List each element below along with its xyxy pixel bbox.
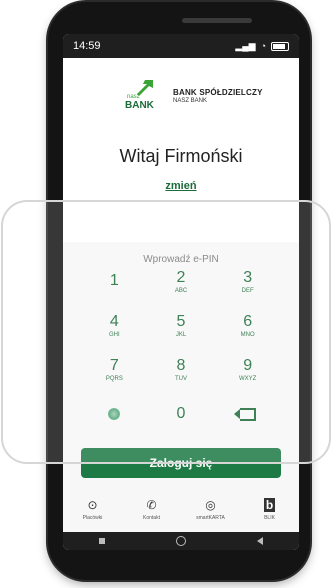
phone-icon: ✆ xyxy=(146,498,157,512)
bottom-nav: ⊙ Placówki ✆ Kontakt ◎ smartKARTA b BLIK xyxy=(63,498,299,526)
nav-label: BLIK xyxy=(264,515,275,521)
status-time: 14:59 xyxy=(73,40,101,52)
greeting-prefix: Witaj xyxy=(119,146,160,166)
home-icon[interactable] xyxy=(175,536,186,546)
greeting: Witaj Firmoński xyxy=(63,146,299,167)
blik-icon: b xyxy=(263,498,276,512)
nav-item-placowki[interactable]: ⊙ Placówki xyxy=(67,498,119,521)
logo-text: BANK SPÓŁDZIELCZY NASZ BANK xyxy=(173,88,263,104)
android-nav-bar xyxy=(63,532,299,550)
battery-icon xyxy=(271,41,289,51)
nav-label: Placówki xyxy=(82,515,103,521)
user-name: Firmoński xyxy=(164,146,243,166)
change-user-link[interactable]: zmień xyxy=(63,180,299,192)
nav-item-blik[interactable]: b BLIK xyxy=(244,498,296,521)
nav-item-kontakt[interactable]: ✆ Kontakt xyxy=(126,498,178,521)
nav-label: Kontakt xyxy=(143,515,160,521)
highlight-frame xyxy=(1,200,331,464)
speaker xyxy=(182,18,252,23)
nav-label: smartKARTA xyxy=(196,515,225,521)
logo-subtitle: NASZ BANK xyxy=(173,98,208,104)
back-icon[interactable] xyxy=(257,537,264,545)
card-icon: ◎ xyxy=(205,498,216,512)
bank-logo: nasz BANK BANK SPÓŁDZIELCZY NASZ BANK xyxy=(125,80,263,116)
arrow-logo-icon xyxy=(137,80,153,96)
logo-mark: nasz BANK xyxy=(125,80,165,116)
logo-bank-text: BANK xyxy=(125,100,154,111)
status-icons: ▂▄▆ ◔ xyxy=(235,41,289,52)
wifi-icon: ◔ xyxy=(260,41,266,51)
location-icon: ⊙ xyxy=(87,498,98,512)
signal-icon: ▂▄▆ xyxy=(235,40,256,51)
logo-title: BANK SPÓŁDZIELCZY xyxy=(173,88,263,97)
status-bar: 14:59 ▂▄▆ ◔ xyxy=(63,34,299,58)
recent-apps-icon[interactable] xyxy=(98,538,105,544)
nav-item-smartkarta[interactable]: ◎ smartKARTA xyxy=(185,498,237,521)
